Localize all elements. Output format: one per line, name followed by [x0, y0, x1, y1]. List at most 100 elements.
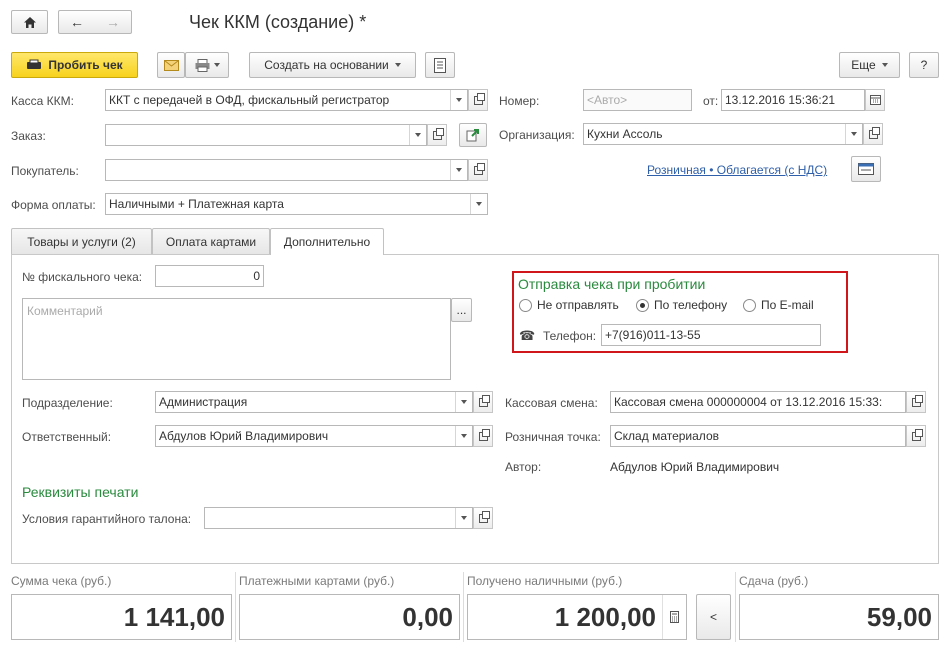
radio-dont-send[interactable]: Не отправлять — [519, 298, 619, 312]
divider — [463, 572, 464, 642]
number-label: Номер: — [499, 94, 540, 108]
radio-by-email[interactable]: По E-mail — [743, 298, 814, 312]
order-label: Заказ: — [11, 129, 46, 143]
open-form-icon — [868, 126, 880, 139]
kassa-open-button[interactable] — [468, 89, 488, 111]
email-button[interactable] — [157, 52, 185, 78]
buyer-open-button[interactable] — [468, 159, 488, 181]
org-field[interactable]: Кухни Ассоль — [583, 123, 863, 145]
print-section-title: Реквизиты печати — [22, 484, 139, 500]
back-arrow-icon[interactable]: ← — [70, 14, 84, 30]
open-form-icon — [478, 428, 490, 441]
home-icon — [23, 16, 36, 28]
shift-open-button[interactable] — [906, 391, 926, 413]
org-label: Организация: — [499, 128, 575, 142]
order-field[interactable] — [105, 124, 427, 146]
chevron-down-icon[interactable] — [845, 124, 862, 144]
tax-link[interactable]: Розничная • Облагается (с НДС) — [647, 163, 827, 177]
dept-field[interactable]: Администрация — [155, 391, 473, 413]
open-form-icon — [432, 127, 444, 140]
order-open-button[interactable] — [427, 124, 447, 146]
chevron-down-icon[interactable] — [450, 90, 467, 110]
chevron-down-icon — [881, 63, 888, 67]
cards-value: 0,00 — [239, 594, 460, 640]
number-field[interactable]: <Авто> — [583, 89, 692, 111]
kassa-label: Касса ККМ: — [11, 94, 74, 108]
date-field[interactable]: 13.12.2016 15:36:21 — [721, 89, 865, 111]
document-button[interactable] — [425, 52, 455, 78]
resp-label: Ответственный: — [22, 430, 112, 444]
point-open-button[interactable] — [906, 425, 926, 447]
author-label: Автор: — [505, 460, 542, 474]
buyer-field[interactable] — [105, 159, 468, 181]
total-value: 1 141,00 — [11, 594, 232, 640]
payment-label: Форма оплаты: — [11, 198, 96, 212]
calendar-icon — [869, 95, 881, 105]
warranty-label: Условия гарантийного талона: — [22, 512, 192, 526]
fill-order-button[interactable] — [459, 123, 487, 147]
shift-field[interactable]: Кассовая смена 000000004 от 13.12.2016 1… — [610, 391, 906, 413]
document-icon — [434, 57, 446, 73]
author-value: Абдулов Юрий Владимирович — [610, 460, 780, 474]
chevron-down-icon — [213, 63, 220, 67]
open-form-icon — [478, 510, 490, 523]
print-button[interactable] — [185, 52, 229, 78]
tab-goods[interactable]: Товары и услуги (2) — [11, 228, 152, 254]
tax-settings-button[interactable] — [851, 156, 881, 182]
warranty-open-button[interactable] — [473, 507, 493, 529]
date-label: от: — [703, 94, 719, 108]
cash-label: Получено наличными (руб.) — [467, 574, 623, 588]
create-based-button[interactable]: Создать на основании — [249, 52, 416, 78]
open-form-icon — [911, 428, 923, 441]
open-form-icon — [473, 92, 485, 105]
calendar-button[interactable] — [865, 89, 885, 111]
divider — [735, 572, 736, 642]
cash-field[interactable]: 1 200,00 — [467, 594, 687, 640]
chevron-down-icon[interactable] — [470, 194, 487, 214]
open-form-icon — [478, 394, 490, 407]
resp-field[interactable]: Абдулов Юрий Владимирович — [155, 425, 473, 447]
comment-edit-button[interactable]: ... — [451, 298, 472, 322]
chevron-down-icon[interactable] — [455, 426, 472, 446]
fiscal-label: № фискального чека: — [22, 270, 143, 284]
point-field[interactable]: Склад материалов — [610, 425, 906, 447]
window-icon — [858, 163, 874, 175]
forward-arrow-icon[interactable]: → — [106, 14, 120, 30]
back-forward-group: ← → — [58, 10, 132, 34]
chevron-down-icon[interactable] — [455, 392, 472, 412]
buyer-label: Покупатель: — [11, 164, 79, 178]
receipt-printer-icon — [27, 59, 42, 69]
open-form-icon — [911, 394, 923, 407]
phone-field[interactable]: +7(916)011-13-55 — [601, 324, 821, 346]
tab-additional[interactable]: Дополнительно — [270, 228, 384, 255]
fill-green-arrow-icon — [466, 129, 479, 142]
phone-icon: ☎ — [519, 328, 536, 343]
dept-open-button[interactable] — [473, 391, 493, 413]
kassa-field[interactable]: ККТ с передачей в ОФД, фискальный регист… — [105, 89, 468, 111]
comment-textarea[interactable]: Комментарий — [22, 298, 451, 380]
punch-receipt-button[interactable]: Пробить чек — [11, 52, 138, 78]
chevron-down-icon[interactable] — [450, 160, 467, 180]
window-title: Чек ККМ (создание) * — [189, 12, 367, 32]
tab-card-payment[interactable]: Оплата картами — [152, 228, 270, 254]
divider — [235, 572, 236, 642]
chevron-down-icon[interactable] — [409, 125, 426, 145]
resp-open-button[interactable] — [473, 425, 493, 447]
chevron-down-icon[interactable] — [455, 508, 472, 528]
change-value: 59,00 — [739, 594, 939, 640]
org-open-button[interactable] — [863, 123, 883, 145]
calculator-icon[interactable] — [662, 595, 686, 639]
payment-field[interactable]: Наличными + Платежная карта — [105, 193, 488, 215]
help-button[interactable]: ? — [909, 52, 939, 78]
more-button[interactable]: Еще — [839, 52, 900, 78]
warranty-field[interactable] — [204, 507, 473, 529]
home-button[interactable] — [11, 10, 48, 34]
radio-by-phone[interactable]: По телефону — [636, 298, 727, 312]
transfer-change-button[interactable]: < — [696, 594, 731, 640]
total-label: Сумма чека (руб.) — [11, 574, 112, 588]
open-form-icon — [473, 162, 485, 175]
phone-label: Телефон: — [543, 329, 597, 343]
change-label: Сдача (руб.) — [739, 574, 809, 588]
fiscal-field[interactable]: 0 — [155, 265, 264, 287]
point-label: Розничная точка: — [505, 430, 601, 444]
